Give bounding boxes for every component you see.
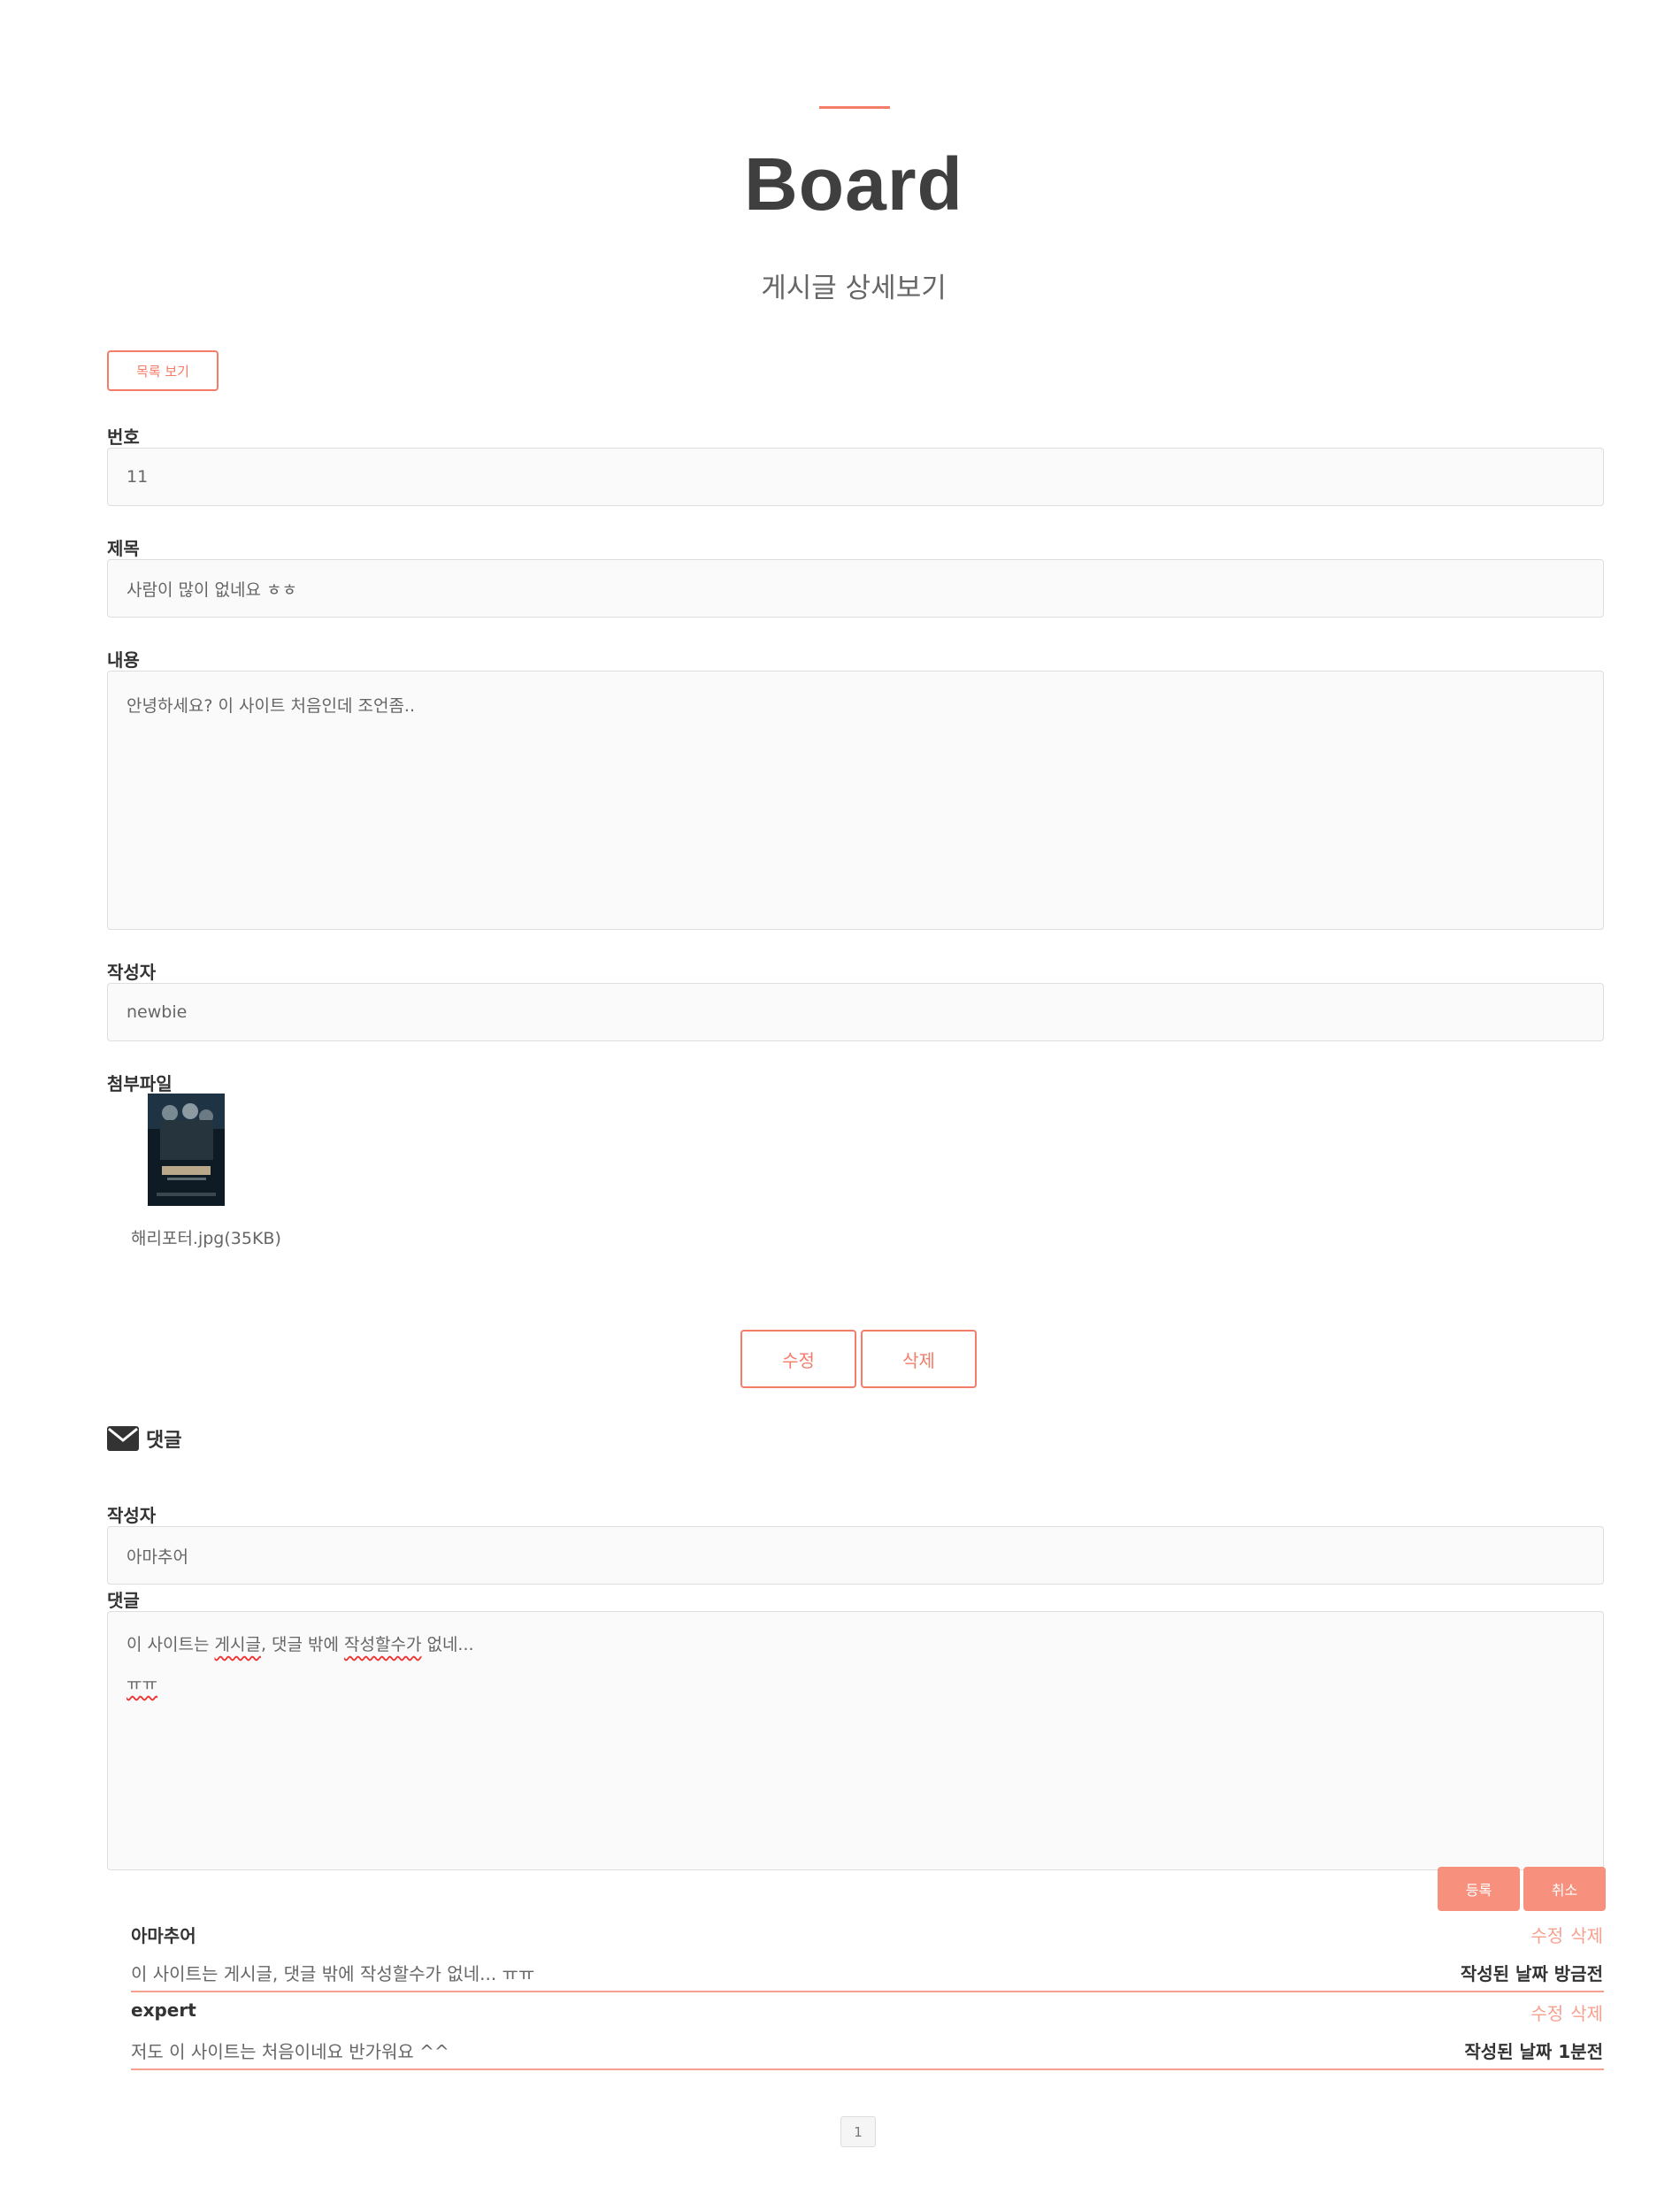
page-subtitle: 게시글 상세보기	[761, 272, 947, 304]
comment-actions: 수정 삭제	[1523, 1922, 1603, 1947]
comment-line-1: 이 사이트는 게시글, 댓글 밖에 작성할수가 없네...	[127, 1631, 474, 1655]
comment-divider	[131, 1991, 1604, 1992]
comment-section-title: 댓글	[146, 1430, 182, 1452]
comment-delete-link[interactable]: 삭제	[1570, 2003, 1603, 2024]
comment-author-label: 작성자	[107, 1505, 157, 1526]
title-label: 제목	[107, 538, 140, 559]
poster-image	[148, 1094, 225, 1206]
comment-text-part: 없네...	[421, 1635, 474, 1654]
comment-text-part: 작성할수가	[344, 1635, 422, 1654]
comment-text-part: 게시글	[214, 1635, 261, 1654]
comment-edit-link[interactable]: 수정	[1530, 2003, 1563, 2024]
author-label: 작성자	[107, 962, 157, 983]
content-field[interactable]: 안녕하세요? 이 사이트 처음인데 조언좀..	[107, 671, 1604, 930]
comment-author: expert	[131, 1999, 196, 2021]
comment-delete-link[interactable]: 삭제	[1570, 1925, 1603, 1946]
content-label: 내용	[107, 649, 140, 671]
header-accent-line	[819, 106, 890, 109]
comment-text-part: , 댓글 밖에	[260, 1635, 345, 1654]
author-field[interactable]: newbie	[107, 983, 1604, 1041]
comment-textarea[interactable]: 이 사이트는 게시글, 댓글 밖에 작성할수가 없네... ㅠㅠ	[107, 1611, 1604, 1870]
author-value: newbie	[127, 1002, 188, 1022]
comment-date: 작성된 날짜 1분전	[1464, 2041, 1603, 2062]
title-value: 사람이 많이 없네요 ㅎㅎ	[127, 579, 297, 600]
pagination-page-1[interactable]: 1	[840, 2116, 876, 2147]
content-value: 안녕하세요? 이 사이트 처음인데 조언좀..	[127, 696, 416, 716]
comment-text-part: 이 사이트는	[127, 1635, 215, 1654]
comment-label: 댓글	[107, 1590, 140, 1611]
comment-author: 아마추어	[131, 1925, 196, 1946]
comment-edit-link[interactable]: 수정	[1530, 1925, 1563, 1946]
attachment-label: 첨부파일	[107, 1073, 173, 1094]
attachment-filename[interactable]: 해리포터.jpg(35KB)	[131, 1225, 281, 1249]
comment-text: 이 사이트는 게시글, 댓글 밖에 작성할수가 없네... ㅠㅠ	[131, 1963, 535, 1984]
attachment-thumbnail[interactable]	[148, 1094, 225, 1206]
page-title: Board	[744, 142, 963, 226]
envelope-icon	[107, 1426, 139, 1451]
comment-actions: 수정 삭제	[1523, 1999, 1603, 2025]
title-field[interactable]: 사람이 많이 없네요 ㅎㅎ	[107, 559, 1604, 618]
comment-author-input[interactable]: 아마추어	[107, 1526, 1604, 1585]
delete-post-button[interactable]: 삭제	[861, 1330, 977, 1388]
comment-text: 저도 이 사이트는 처음이네요 반가워요 ^^	[131, 2041, 449, 2062]
edit-post-button[interactable]: 수정	[740, 1330, 856, 1388]
number-label: 번호	[107, 426, 140, 448]
comment-submit-button[interactable]: 등록	[1438, 1867, 1520, 1911]
list-view-button[interactable]: 목록 보기	[107, 350, 219, 391]
comment-line-2: ㅠㅠ	[127, 1671, 157, 1695]
comment-divider	[131, 2068, 1604, 2070]
comment-author-value: 아마추어	[127, 1546, 188, 1567]
comment-section-header: 댓글	[107, 1424, 181, 1453]
number-value: 11	[127, 467, 149, 487]
number-field[interactable]: 11	[107, 448, 1604, 506]
comment-cancel-button[interactable]: 취소	[1523, 1867, 1606, 1911]
comment-text-part: ㅠㅠ	[127, 1675, 157, 1694]
comment-date: 작성된 날짜 방금전	[1460, 1963, 1603, 1984]
